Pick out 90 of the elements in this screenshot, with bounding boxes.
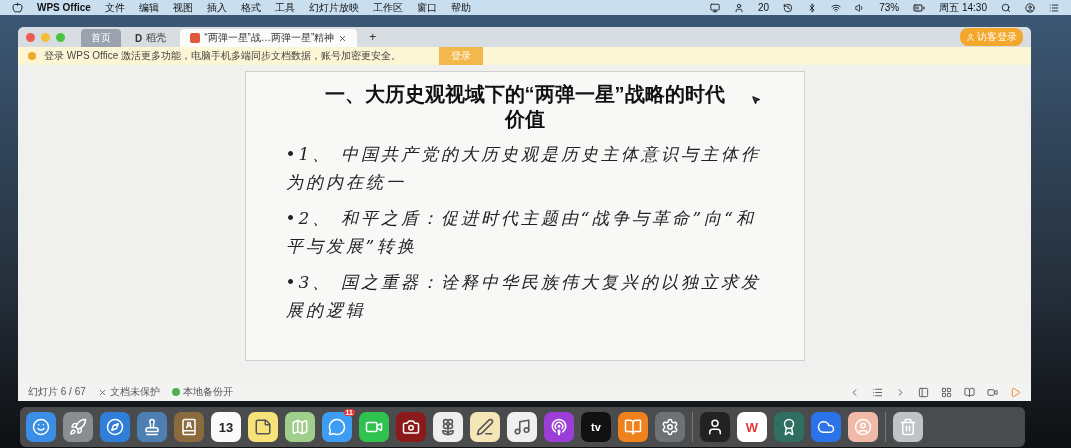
menu-item[interactable]: 插入 [206,0,227,15]
status-dot-icon [171,388,180,396]
x-circle-icon [97,387,107,397]
face-icon[interactable] [26,412,56,442]
open-book-icon[interactable] [618,412,648,442]
menu-item[interactable]: 文件 [104,0,125,15]
bullet-text: •3、 国之重器：诠释中华民族伟大复兴的以独立求发展的逻辑 [285,271,762,323]
mouse-pointer-icon [751,95,761,105]
map-icon[interactable] [285,412,315,442]
open-book-glyph-icon [624,418,642,436]
video-camera-icon[interactable] [359,412,389,442]
camera-icon[interactable] [396,412,426,442]
wps-logo-icon[interactable]: W [737,412,767,442]
compass-glyph-icon [106,418,124,436]
slide-title: 一、大历史观视域下的“两弹一星”战略的时代价值 [323,82,726,132]
notice-text: 登录 WPS Office 激活更多功能，电脑手机多端同步文档数据，账号加密更安全。 [44,49,402,63]
menu-icon[interactable] [1049,2,1059,13]
protection-status: 文档未保护 [109,385,160,399]
compass-icon[interactable] [100,412,130,442]
logo: D [135,32,143,44]
slide-counter: 幻灯片 6 / 67 [28,385,86,399]
menu-item[interactable]: 格式 [240,0,261,15]
avatar-glyph-icon [854,418,872,436]
battery-icon [913,1,926,14]
trash-icon[interactable] [893,412,923,442]
address-book-icon[interactable] [174,412,204,442]
apple-icon[interactable] [12,2,23,13]
gear-glyph-icon [661,418,679,436]
tab[interactable]: D 稻壳 [125,29,177,47]
wifi-icon[interactable] [831,2,842,13]
search-icon[interactable] [1001,2,1011,13]
battery-percent: 73% [879,2,900,13]
menu-item[interactable]: 视图 [172,0,193,15]
user-icon [966,32,975,42]
close-icon[interactable] [338,33,348,43]
info-icon [28,52,36,60]
rocket-icon[interactable] [63,412,93,442]
pen-glyph-icon [476,418,494,436]
slides-file-icon [190,33,201,43]
pen-icon[interactable] [470,412,500,442]
flower-glyph-icon [439,418,457,436]
stamp-glyph-icon [143,418,161,436]
clock: 周五 14:30 [939,0,987,15]
podcast-icon[interactable] [544,412,574,442]
stamp-icon[interactable] [137,412,167,442]
music-note-glyph-icon [513,418,531,436]
notification-count: 20 [758,2,770,13]
cloud-icon[interactable] [811,412,841,442]
bullet-text: •1、 中国共产党的大历史观是历史主体意识与主体作为的内在统一 [285,143,762,195]
backup-status: 本地备份开 [182,385,233,399]
camera-glyph-icon [402,418,420,436]
tv-icon[interactable]: tv [581,412,611,442]
reading-view-icon[interactable] [964,386,975,398]
trash-glyph-icon [899,418,917,436]
bluetooth-icon[interactable] [807,2,818,13]
podcast-glyph-icon [550,418,568,436]
menu-item[interactable]: 幻灯片放映 [308,0,359,15]
menu-item[interactable]: 工作区 [372,0,403,15]
address-book-glyph-icon [180,418,198,436]
monitor-icon [710,2,721,13]
icon-label: W [745,419,759,435]
record-icon[interactable] [987,386,998,398]
outline-icon[interactable] [872,386,883,398]
app-name: WPS Office [37,2,91,13]
calendar-icon[interactable]: 13 [211,412,241,442]
rocket-glyph-icon [69,418,87,436]
menu-item[interactable]: 窗口 [416,0,437,15]
avatar-icon[interactable] [848,412,878,442]
volume-icon[interactable] [855,2,866,13]
menu-item[interactable]: 工具 [274,0,295,15]
notes-glyph-icon [254,418,272,436]
new-tab-button[interactable]: + [361,30,385,44]
gear-icon[interactable] [655,412,685,442]
cloud-glyph-icon [817,418,835,436]
bullet-text: •2、 和平之盾：促进时代主题由“战争与革命”向“和平与发展”转换 [285,207,757,259]
face-glyph-icon [32,418,50,436]
icon-label: 13 [218,419,234,435]
flower-icon[interactable] [433,412,463,442]
music-note-icon[interactable] [507,412,537,442]
map-glyph-icon [291,418,309,436]
grid-view-icon[interactable] [941,386,952,398]
icon-label: tv [591,421,601,433]
notes-icon[interactable] [248,412,278,442]
history-icon[interactable] [783,2,794,13]
menu-item[interactable]: 编辑 [138,0,159,15]
tab[interactable]: “两弹一星”战…两弹一星”精神 [180,29,358,47]
normal-view-icon[interactable] [918,386,929,398]
menu-item[interactable]: 帮助 [450,0,471,15]
chat-bubble-glyph-icon [328,418,346,436]
emblem-icon[interactable] [774,412,804,442]
